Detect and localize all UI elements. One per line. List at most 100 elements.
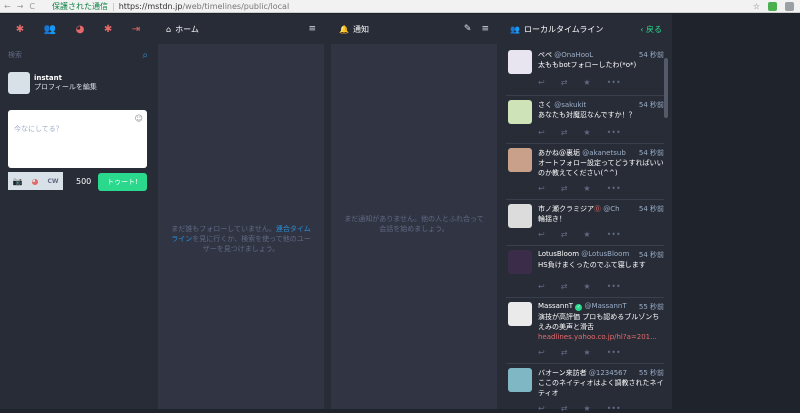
reply-icon[interactable]: ↩ bbox=[538, 348, 545, 357]
browser-right-tools: ☆ bbox=[753, 1, 800, 11]
more-icon[interactable]: ••• bbox=[607, 128, 621, 137]
privacy-globe-icon[interactable]: ◕ bbox=[31, 177, 38, 186]
avatar[interactable] bbox=[8, 72, 30, 94]
reply-icon[interactable]: ↩ bbox=[538, 230, 545, 239]
cw-toggle[interactable]: CW bbox=[47, 178, 58, 185]
timestamp[interactable]: 54 秒前 bbox=[636, 204, 664, 214]
toot-button[interactable]: トゥート! bbox=[98, 173, 147, 191]
avatar[interactable] bbox=[508, 368, 532, 392]
status-item[interactable]: バオーン来訪者 @1234567 55 秒前 ここのネイティオはよく調教されたネイ… bbox=[506, 364, 664, 413]
more-icon[interactable]: ••• bbox=[607, 282, 621, 291]
status-text: あなたも対魔忍なんですか！？ bbox=[538, 111, 636, 119]
timestamp[interactable]: 54 秒前 bbox=[636, 50, 664, 60]
display-name[interactable]: さく bbox=[538, 101, 552, 109]
boost-icon[interactable]: ⇄ bbox=[561, 282, 568, 291]
avatar[interactable] bbox=[508, 50, 532, 74]
status-header: 市ノ瀬クラミジア⓪ @Ch 54 秒前 bbox=[538, 204, 664, 214]
display-name[interactable]: ペペ bbox=[538, 51, 552, 59]
avatar[interactable] bbox=[508, 250, 532, 274]
status-header: バオーン来訪者 @1234567 55 秒前 bbox=[538, 368, 664, 378]
browser-toolbar: ← → C 保護された通信 | https://mstdn.jp/web/tim… bbox=[0, 0, 800, 13]
navigation-bar: instant プロフィールを編集 bbox=[8, 72, 148, 94]
status-item[interactable]: MassannT ✓ @MassannT 55 秒前 演技が高評価 プロも認めるブ… bbox=[506, 298, 664, 364]
favourite-icon[interactable]: ★ bbox=[583, 78, 590, 87]
avatar[interactable] bbox=[508, 100, 532, 124]
logout-icon[interactable]: ⇥ bbox=[132, 24, 140, 35]
account-handle[interactable]: @LotusBloom bbox=[581, 250, 629, 258]
display-name[interactable]: あかね@裏垢 bbox=[538, 149, 580, 157]
notifications-column-body: まだ通知がありません。他の人とふれ合って会話を始めましょう。 bbox=[331, 44, 497, 409]
avatar[interactable] bbox=[508, 204, 532, 228]
display-name[interactable]: 市ノ瀬クラミジア bbox=[538, 205, 594, 213]
home-column-header[interactable]: ⌂ ホーム ≡ bbox=[158, 14, 324, 44]
account-handle[interactable]: @MassannT bbox=[585, 302, 627, 310]
boost-icon[interactable]: ⇄ bbox=[561, 184, 568, 193]
reply-icon[interactable]: ↩ bbox=[538, 78, 545, 87]
status-text: ここのネイティオはよく調教されたネイティオ bbox=[538, 379, 664, 397]
search-input[interactable]: 検索 ⌕ bbox=[8, 48, 148, 62]
menu-icon[interactable] bbox=[785, 1, 794, 11]
extension-icon[interactable] bbox=[768, 1, 777, 11]
settings-sliders-icon[interactable]: ≡ bbox=[308, 24, 316, 34]
boost-icon[interactable]: ⇄ bbox=[561, 78, 568, 87]
reload-icon[interactable]: C bbox=[29, 2, 35, 11]
reply-icon[interactable]: ↩ bbox=[538, 282, 545, 291]
status-item[interactable]: あかね@裏垢 @akanetsub 54 秒前 オートフォロー設定ってどうすればい… bbox=[506, 144, 664, 200]
forward-icon[interactable]: → bbox=[17, 2, 24, 11]
local-timeline-icon[interactable]: 👥 bbox=[44, 24, 56, 35]
display-name[interactable]: MassannT bbox=[538, 302, 573, 310]
edit-profile-link[interactable]: プロフィールを編集 bbox=[34, 82, 97, 92]
status-header: ペペ @OnaHooL 54 秒前 bbox=[538, 50, 664, 60]
more-icon[interactable]: ••• bbox=[607, 184, 621, 193]
account-handle[interactable]: @OnaHooL bbox=[554, 51, 593, 59]
favourite-icon[interactable]: ★ bbox=[583, 128, 590, 137]
timestamp[interactable]: 54 秒前 bbox=[636, 250, 664, 258]
settings-sliders-icon[interactable]: ≡ bbox=[481, 24, 489, 34]
clear-eraser-icon[interactable]: ✎ bbox=[464, 24, 472, 34]
back-button[interactable]: ‹ 戻る bbox=[640, 24, 662, 35]
preferences-icon[interactable]: ✱ bbox=[104, 24, 112, 35]
home-empty-pre: まだ誰もフォローしていません。 bbox=[171, 225, 276, 233]
status-item[interactable]: さく @sakukit 54 秒前 あなたも対魔忍なんですか！？ ↩ ⇄ ★ ••• bbox=[506, 96, 664, 144]
favourite-icon[interactable]: ★ bbox=[583, 348, 590, 357]
more-icon[interactable]: ••• bbox=[607, 230, 621, 239]
status-item[interactable]: LotusBloom @LotusBloom 54 秒前 HS負けまくったのでふて… bbox=[506, 246, 664, 298]
boost-icon[interactable]: ⇄ bbox=[561, 230, 568, 239]
federated-timeline-icon[interactable]: ◕ bbox=[76, 24, 85, 35]
timestamp[interactable]: 55 秒前 bbox=[636, 368, 664, 378]
profile-name[interactable]: instant bbox=[34, 74, 97, 82]
getting-started-icon[interactable]: ✱ bbox=[16, 24, 24, 35]
account-handle[interactable]: @sakukit bbox=[554, 101, 586, 109]
reply-icon[interactable]: ↩ bbox=[538, 128, 545, 137]
boost-icon[interactable]: ⇄ bbox=[561, 128, 568, 137]
reply-icon[interactable]: ↩ bbox=[538, 184, 545, 193]
timestamp[interactable]: 54 秒前 bbox=[636, 100, 664, 110]
more-icon[interactable]: ••• bbox=[607, 78, 621, 87]
favourite-icon[interactable]: ★ bbox=[583, 184, 590, 193]
boost-icon[interactable]: ⇄ bbox=[561, 348, 568, 357]
account-handle[interactable]: @1234567 bbox=[589, 369, 627, 377]
scrollbar[interactable] bbox=[664, 58, 668, 118]
favourite-icon[interactable]: ★ bbox=[583, 230, 590, 239]
account-handle[interactable]: @akanetsub bbox=[582, 149, 626, 157]
avatar[interactable] bbox=[508, 148, 532, 172]
back-icon[interactable]: ← bbox=[4, 2, 11, 11]
status-item[interactable]: ペペ @OnaHooL 54 秒前 太ももbotフォローしたわ(*o*) ↩ ⇄ ★ •… bbox=[506, 50, 664, 96]
account-handle[interactable]: @Ch bbox=[603, 205, 619, 213]
bookmark-star-icon[interactable]: ☆ bbox=[753, 2, 760, 11]
status-link[interactable]: headlines.yahoo.co.jp/hl?a=201... bbox=[538, 333, 657, 341]
address-bar[interactable]: https://mstdn.jp/web/timelines/public/lo… bbox=[119, 2, 289, 11]
notifications-column-header[interactable]: 🔔 通知 ✎ ≡ bbox=[331, 14, 497, 44]
compose-textarea[interactable]: 今なにしてる？ ☺ bbox=[8, 110, 147, 168]
timestamp[interactable]: 55 秒前 bbox=[636, 302, 664, 311]
emoji-picker-icon[interactable]: ☺ bbox=[135, 114, 143, 123]
avatar[interactable] bbox=[508, 302, 532, 326]
status-item[interactable]: 市ノ瀬クラミジア⓪ @Ch 54 秒前 輪揺き！ ↩ ⇄ ★ ••• bbox=[506, 200, 664, 246]
timestamp[interactable]: 54 秒前 bbox=[636, 148, 664, 158]
favourite-icon[interactable]: ★ bbox=[583, 282, 590, 291]
camera-icon[interactable]: 📷 bbox=[13, 177, 23, 186]
more-icon[interactable]: ••• bbox=[607, 348, 621, 357]
local-column-header[interactable]: 👥 ローカルタイムライン ‹ 戻る bbox=[502, 14, 670, 44]
display-name[interactable]: LotusBloom bbox=[538, 250, 579, 258]
display-name[interactable]: バオーン来訪者 bbox=[538, 369, 587, 377]
